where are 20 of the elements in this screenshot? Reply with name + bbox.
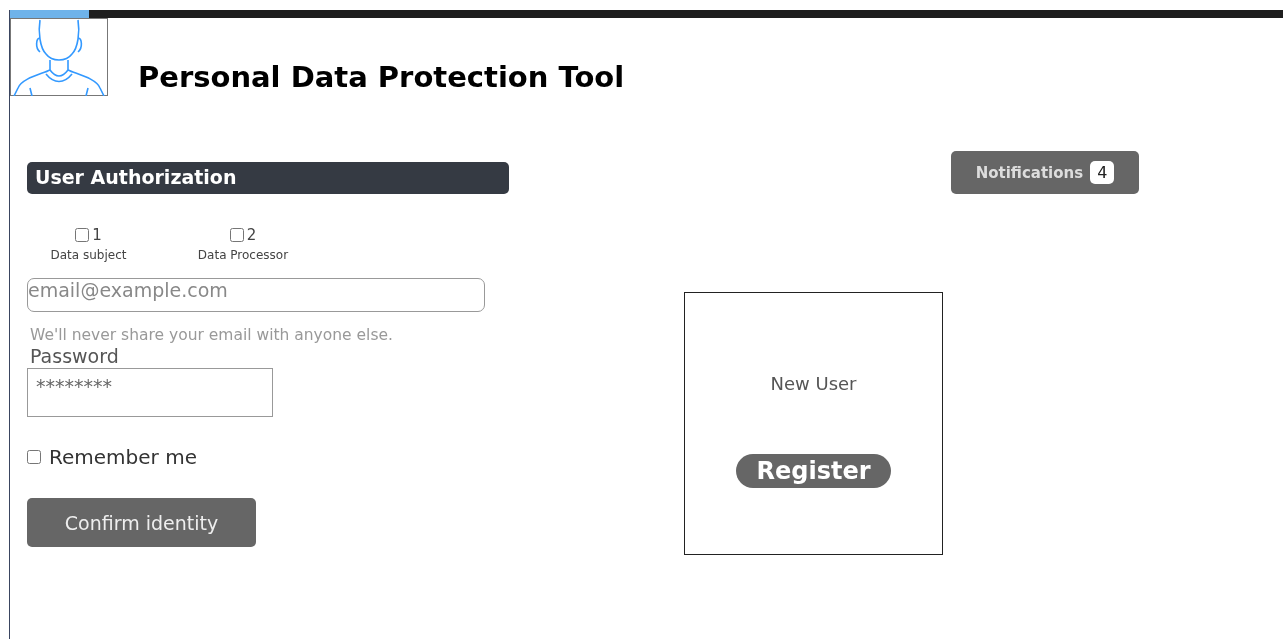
notifications-button[interactable]: Notifications 4	[951, 151, 1139, 194]
role-checkbox[interactable]	[75, 228, 90, 242]
role-label: Data Processor	[197, 248, 289, 262]
email-field[interactable]: email@example.com	[27, 278, 485, 312]
email-hint: We'll never share your email with anyone else.	[30, 326, 393, 344]
confirm-button[interactable]: Confirm identity	[27, 498, 256, 547]
section-heading: User Authorization	[27, 162, 509, 194]
password-field[interactable]: ********	[27, 368, 273, 417]
role-checkbox[interactable]	[229, 228, 244, 242]
avatar-icon	[10, 18, 108, 96]
password-label: Password	[30, 344, 119, 368]
new-user-title: New User	[770, 373, 857, 394]
role-number: 1	[92, 226, 102, 244]
notification-count: 4	[1090, 161, 1115, 184]
remember-label: Remember me	[49, 445, 197, 469]
role-label: Data subject	[50, 248, 127, 262]
remember-checkbox[interactable]	[27, 450, 41, 464]
role-number: 2	[246, 226, 257, 244]
register-button[interactable]: Register	[736, 454, 891, 488]
page-title: Personal Data Protection Tool	[138, 60, 625, 94]
